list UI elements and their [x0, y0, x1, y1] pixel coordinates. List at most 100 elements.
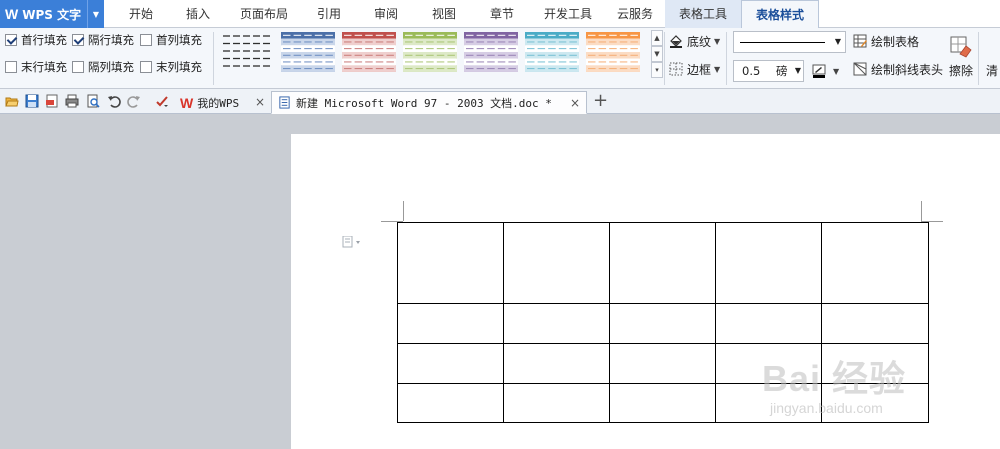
- tab-review[interactable]: 审阅: [358, 0, 414, 28]
- table-cell[interactable]: [397, 222, 504, 304]
- app-menu-button[interactable]: W WPS 文字 ▼: [0, 0, 104, 28]
- table-cell[interactable]: [397, 343, 504, 384]
- tab-table-style[interactable]: 表格样式: [741, 0, 819, 29]
- table-style-option-5[interactable]: [464, 32, 518, 72]
- print-icon[interactable]: [65, 94, 79, 108]
- line-width-select[interactable]: 0.5 磅 ▼: [733, 60, 804, 82]
- erase-label: 擦除: [948, 64, 973, 78]
- gallery-up-icon[interactable]: ▲: [651, 30, 663, 46]
- save-icon[interactable]: [25, 94, 39, 108]
- tab-table-tools[interactable]: 表格工具: [665, 0, 741, 28]
- draw-table-icon: [853, 34, 867, 48]
- tab-page-layout[interactable]: 页面布局: [226, 0, 302, 28]
- table-cell[interactable]: [821, 383, 929, 423]
- tab-references[interactable]: 引用: [302, 0, 356, 28]
- table-cell[interactable]: [503, 343, 610, 384]
- table-cell[interactable]: [503, 303, 610, 344]
- open-folder-icon[interactable]: [5, 94, 19, 108]
- table-style-option-7[interactable]: [586, 32, 640, 72]
- table-cell[interactable]: [609, 222, 716, 304]
- shading-label: 底纹: [687, 34, 712, 49]
- undo-icon[interactable]: [107, 94, 121, 108]
- table-cell[interactable]: [715, 383, 822, 423]
- line-style-preview: [740, 42, 825, 43]
- tab-label: 新建 Microsoft Word 97 - 2003 文档.doc *: [296, 96, 552, 110]
- option-first-column-fill[interactable]: 首列填充: [140, 31, 202, 49]
- borders-button[interactable]: 边框 ▼: [669, 58, 720, 80]
- tab-start[interactable]: 开始: [113, 0, 169, 28]
- table-cell[interactable]: [609, 343, 716, 384]
- option-last-row-fill[interactable]: 末行填充: [5, 58, 67, 76]
- ribbon-divider: [978, 32, 979, 85]
- chevron-down-icon[interactable]: ▼: [795, 61, 801, 81]
- redo-icon[interactable]: [127, 94, 141, 108]
- table-cell[interactable]: [397, 303, 504, 344]
- eraser-button[interactable]: 擦除: [944, 31, 973, 85]
- option-header-row-fill[interactable]: 首行填充: [5, 31, 67, 49]
- table-style-thumbnail: [586, 32, 640, 72]
- gallery-scroll: ▲ ▼ ▾: [651, 30, 663, 79]
- quick-access-bar: W 我的WPS × 新建 Microsoft Word 97 - 2003 文档…: [0, 89, 1000, 114]
- customize-toolbar-icon[interactable]: [155, 94, 169, 108]
- table-cell[interactable]: [715, 222, 822, 304]
- option-banded-row-fill[interactable]: 隔行填充: [72, 31, 134, 49]
- table-cell[interactable]: [821, 222, 929, 304]
- checkbox-icon[interactable]: [140, 34, 152, 46]
- shading-button[interactable]: 底纹 ▼: [669, 30, 720, 52]
- gallery-more-icon[interactable]: ▾: [651, 62, 663, 78]
- table-cell[interactable]: [397, 383, 504, 423]
- table-cell[interactable]: [609, 303, 716, 344]
- checkbox-icon[interactable]: [72, 61, 84, 73]
- clear-button-label[interactable]: 清: [986, 62, 998, 79]
- eraser-icon: [950, 36, 972, 58]
- new-tab-button[interactable]: +: [593, 91, 608, 111]
- table-style-option-3[interactable]: [342, 32, 396, 72]
- tab-developer[interactable]: 开发工具: [530, 0, 606, 28]
- draw-diagonal-header-button[interactable]: 绘制斜线表头: [853, 58, 943, 80]
- checkbox-icon[interactable]: [5, 34, 17, 46]
- tab-label: 我的WPS: [197, 96, 240, 110]
- table-style-option-2[interactable]: [281, 32, 335, 72]
- tab-document[interactable]: 新建 Microsoft Word 97 - 2003 文档.doc * ×: [271, 91, 587, 114]
- close-icon[interactable]: ×: [570, 96, 580, 110]
- checkbox-icon[interactable]: [5, 61, 17, 73]
- table-style-thumbnail: [403, 32, 457, 72]
- checkbox-icon[interactable]: [72, 34, 84, 46]
- table-cell[interactable]: [821, 343, 929, 384]
- table-cell[interactable]: [821, 303, 929, 344]
- gallery-down-icon[interactable]: ▼: [651, 46, 663, 62]
- export-pdf-icon[interactable]: [45, 94, 59, 108]
- checkbox-icon[interactable]: [140, 61, 152, 73]
- tab-insert[interactable]: 插入: [170, 0, 226, 28]
- table-style-option-6[interactable]: [525, 32, 579, 72]
- table-cell[interactable]: [715, 303, 822, 344]
- table-style-thumbnail: [281, 32, 335, 72]
- print-preview-icon[interactable]: [86, 94, 100, 108]
- table-row: [397, 303, 929, 344]
- chevron-down-icon[interactable]: ▼: [87, 0, 104, 28]
- table-cell[interactable]: [503, 383, 610, 423]
- ribbon-divider: [664, 32, 665, 85]
- draw-table-button[interactable]: 绘制表格: [853, 30, 919, 52]
- line-width-value: 0.5: [742, 64, 761, 78]
- tab-cloud[interactable]: 云服务: [606, 0, 664, 28]
- pen-color-button[interactable]: ▼: [812, 60, 839, 82]
- tab-section[interactable]: 章节: [474, 0, 530, 28]
- tab-my-wps[interactable]: W 我的WPS ×: [175, 91, 271, 114]
- tab-view[interactable]: 视图: [416, 0, 472, 28]
- document-table[interactable]: [397, 222, 929, 423]
- table-cell[interactable]: [715, 343, 822, 384]
- table-style-option-4[interactable]: [403, 32, 457, 72]
- table-cell[interactable]: [609, 383, 716, 423]
- table-row: [397, 383, 929, 423]
- chevron-down-icon[interactable]: ▼: [831, 32, 845, 52]
- menu-bar: W WPS 文字 ▼ 开始 插入 页面布局 引用 审阅 视图 章节 开发工具 云…: [0, 0, 1000, 29]
- chevron-down-icon: ▼: [714, 36, 721, 46]
- option-banded-column-fill[interactable]: 隔列填充: [72, 58, 134, 76]
- paragraph-layout-icon[interactable]: [342, 236, 362, 248]
- table-style-option-1[interactable]: [220, 32, 274, 72]
- table-cell[interactable]: [503, 222, 610, 304]
- option-last-column-fill[interactable]: 末列填充: [140, 58, 202, 76]
- line-style-select[interactable]: ▼: [733, 31, 846, 53]
- close-icon[interactable]: ×: [255, 95, 265, 109]
